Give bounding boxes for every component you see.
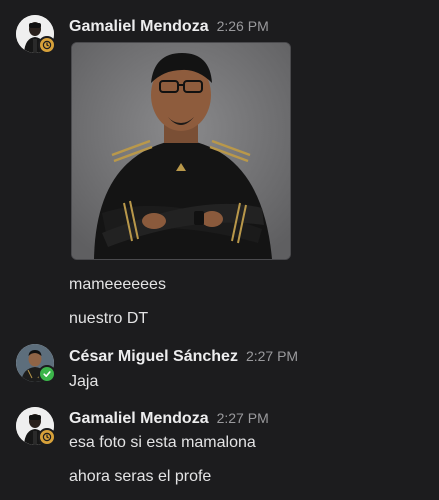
message-header: César Miguel Sánchez 2:27 PM bbox=[69, 348, 298, 366]
message-text: Jaja bbox=[69, 373, 99, 390]
message-text: mameeeeees bbox=[69, 276, 166, 293]
timestamp[interactable]: 2:27 PM bbox=[217, 410, 269, 426]
message-text: ahora seras el profe bbox=[69, 468, 212, 485]
avatar-container[interactable] bbox=[16, 407, 56, 446]
timestamp[interactable]: 2:27 PM bbox=[246, 348, 298, 364]
status-online-icon bbox=[38, 365, 56, 383]
message-header: Gamaliel Mendoza 2:26 PM bbox=[69, 18, 269, 36]
sender-name[interactable]: César Miguel Sánchez bbox=[69, 348, 238, 366]
status-away-icon bbox=[38, 428, 56, 446]
timestamp[interactable]: 2:26 PM bbox=[217, 18, 269, 34]
message-group: Gamaliel Mendoza 2:27 PM esa foto si est… bbox=[0, 405, 439, 500]
chat-thread: Gamaliel Mendoza 2:26 PM mameeeeees nues… bbox=[0, 0, 439, 500]
status-away-icon bbox=[38, 36, 56, 54]
message-text: nuestro DT bbox=[69, 310, 149, 327]
message-text: esa foto si esta mamalona bbox=[69, 434, 256, 451]
attached-photo[interactable] bbox=[71, 42, 291, 260]
message-header: Gamaliel Mendoza 2:27 PM bbox=[69, 410, 269, 428]
sender-name[interactable]: Gamaliel Mendoza bbox=[69, 410, 209, 428]
message-group: Gamaliel Mendoza 2:26 PM mameeeeees nues… bbox=[0, 0, 439, 340]
avatar-container[interactable] bbox=[16, 344, 56, 383]
message-group: César Miguel Sánchez 2:27 PM Jaja bbox=[0, 343, 439, 398]
sender-name[interactable]: Gamaliel Mendoza bbox=[69, 18, 209, 36]
avatar-container[interactable] bbox=[16, 15, 56, 54]
